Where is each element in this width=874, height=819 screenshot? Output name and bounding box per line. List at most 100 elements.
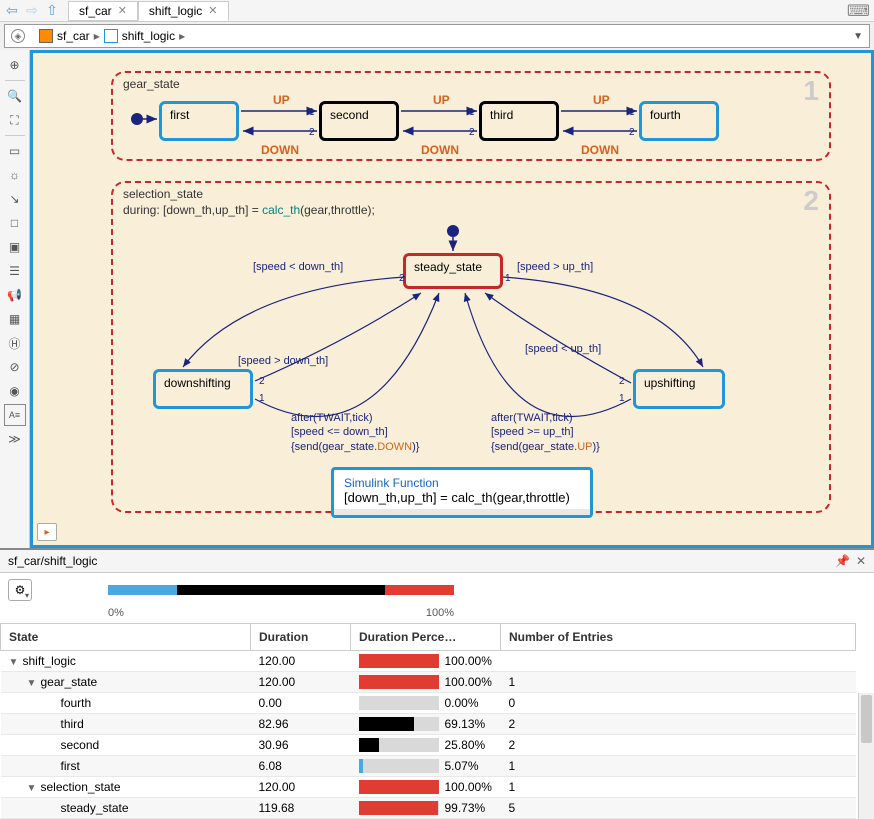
transition-label: UP [593,93,610,107]
table-icon[interactable]: ▦ [4,308,26,330]
settings-dropdown[interactable]: ⚙ [8,579,32,601]
tab-label: sf_car [79,4,112,18]
col-state[interactable]: State [1,624,251,651]
breadcrumb-item[interactable]: shift_logic [122,29,175,43]
ready-icon[interactable]: ▸ [37,523,57,541]
record-icon[interactable]: ◉ [4,380,26,402]
close-icon[interactable]: ✕ [856,554,866,568]
table-row[interactable]: ▼gear_state120.00100.00%1 [1,672,856,693]
simfunc-body: [down_th,up_th] = calc_th(gear,throttle) [344,490,580,505]
state-label: fourth [650,108,681,122]
guard: [speed < up_th] [525,343,601,355]
circled-icon[interactable]: ◈ [11,29,25,43]
sun-icon[interactable]: ☼ [4,164,26,186]
priority-num: 1 [803,75,819,107]
state-third[interactable]: third [479,101,559,141]
model-icon [39,29,53,43]
table-row[interactable]: second30.9625.80%2 [1,735,856,756]
progress-labels: 0%100% [108,607,454,623]
expand-icon[interactable]: ≫ [4,428,26,450]
image-icon[interactable]: ▣ [4,236,26,258]
progress-row: ⚙ [0,573,874,607]
list-icon[interactable]: ☰ [4,260,26,282]
close-icon[interactable]: ✕ [118,4,127,17]
table-row[interactable]: third82.9669.13%2 [1,714,856,735]
state-steady[interactable]: steady_state [403,253,503,289]
fit-icon[interactable]: ⛶ [4,109,26,131]
chevron-down-icon[interactable]: ▼ [853,31,863,42]
table-row[interactable]: first6.085.07%1 [1,756,856,777]
svg-text:1: 1 [469,107,475,118]
svg-text:2: 2 [629,127,635,138]
keyboard-icon[interactable]: ⌨ [847,1,870,21]
breadcrumb-item[interactable]: sf_car [57,29,90,43]
state-fourth[interactable]: fourth [639,101,719,141]
transitions-svg: 2 1 2 1 2 1 [113,183,833,515]
forward-icon[interactable]: ⇨ [24,3,40,19]
state-label: second [330,108,369,122]
square-icon[interactable]: □ [4,212,26,234]
superstate-selection[interactable]: selection_state 2 during: [down_th,up_th… [111,181,831,513]
initial-dot [447,225,459,237]
main-area: ⊕ 🔍 ⛶ ▭ ☼ ↘ □ ▣ ☰ 📢 ▦ Ⓗ ⊘ ◉ A≡ ≫ gear_st… [0,50,874,548]
pin-icon[interactable]: 📌 [835,554,850,568]
svg-text:1: 1 [505,273,511,284]
simulink-function[interactable]: Simulink Function [down_th,up_th] = calc… [331,467,593,518]
panel-title: sf_car/shift_logic [8,554,97,568]
zoom-icon[interactable]: 🔍 [4,85,26,107]
tab-sfcar[interactable]: sf_car ✕ [68,1,138,21]
tab-label: shift_logic [149,4,202,18]
target-icon[interactable]: ⊕ [4,54,26,76]
guard: [speed > up_th] [517,261,593,273]
superstate-label: gear_state [123,77,180,91]
top-toolbar: ⇦ ⇨ ⇧ sf_car ✕ shift_logic ✕ ⌨ [0,0,874,22]
state-first[interactable]: first [159,101,239,141]
tab-strip: sf_car ✕ shift_logic ✕ [68,1,229,21]
nav-arrows: ⇦ ⇨ ⇧ [4,3,60,19]
profiler-panel: sf_car/shift_logic 📌 ✕ ⚙ 0%100% State Du… [0,548,874,819]
table-row[interactable]: steady_state119.6899.73%5 [1,798,856,819]
priority-num: 2 [803,185,819,217]
state-upshifting[interactable]: upshifting [633,369,725,409]
rect-icon[interactable]: ▭ [4,140,26,162]
svg-text:1: 1 [259,393,265,404]
col-pct[interactable]: Duration Perce… [351,624,501,651]
col-duration[interactable]: Duration [251,624,351,651]
svg-text:2: 2 [619,376,625,387]
back-icon[interactable]: ⇦ [4,3,20,19]
superstate-gear[interactable]: gear_state 1 first second third fourth U… [111,71,831,161]
speaker-icon[interactable]: 📢 [4,284,26,306]
action-down: after(TWAIT,tick) [speed <= down_th] {se… [291,411,419,454]
arrow-tool-icon[interactable]: ↘ [4,188,26,210]
simfunc-title: Simulink Function [344,476,580,490]
table-row[interactable]: ▼shift_logic120.00100.00% [1,651,856,672]
scrollbar[interactable] [858,693,874,819]
h-icon[interactable]: Ⓗ [4,332,26,354]
text-icon[interactable]: A≡ [4,404,26,426]
panel-title-bar: sf_car/shift_logic 📌 ✕ [0,550,874,573]
svg-text:2: 2 [309,127,315,138]
state-downshifting[interactable]: downshifting [153,369,253,409]
during-action: during: [down_th,up_th] = calc_th(gear,t… [123,203,375,217]
initial-dot [131,113,143,125]
tab-shiftlogic[interactable]: shift_logic ✕ [138,1,229,21]
close-icon[interactable]: ✕ [208,4,217,17]
superstate-label: selection_state [123,187,203,201]
transition-label: DOWN [421,143,459,157]
cancel-icon[interactable]: ⊘ [4,356,26,378]
transition-label: UP [433,93,450,107]
chart-icon [104,29,118,43]
transition-label: UP [273,93,290,107]
col-entries[interactable]: Number of Entries [501,624,856,651]
profiler-table: State Duration Duration Perce… Number of… [0,623,856,819]
table-row[interactable]: fourth0.000.00%0 [1,693,856,714]
svg-text:2: 2 [469,127,475,138]
state-second[interactable]: second [319,101,399,141]
stateflow-canvas[interactable]: gear_state 1 first second third fourth U… [30,50,874,548]
table-row[interactable]: ▼selection_state120.00100.00%1 [1,777,856,798]
chevron-right-icon: ▸ [94,29,100,43]
state-label: first [170,108,189,122]
state-label: third [490,108,513,122]
up-icon[interactable]: ⇧ [44,3,60,19]
transition-label: DOWN [581,143,619,157]
